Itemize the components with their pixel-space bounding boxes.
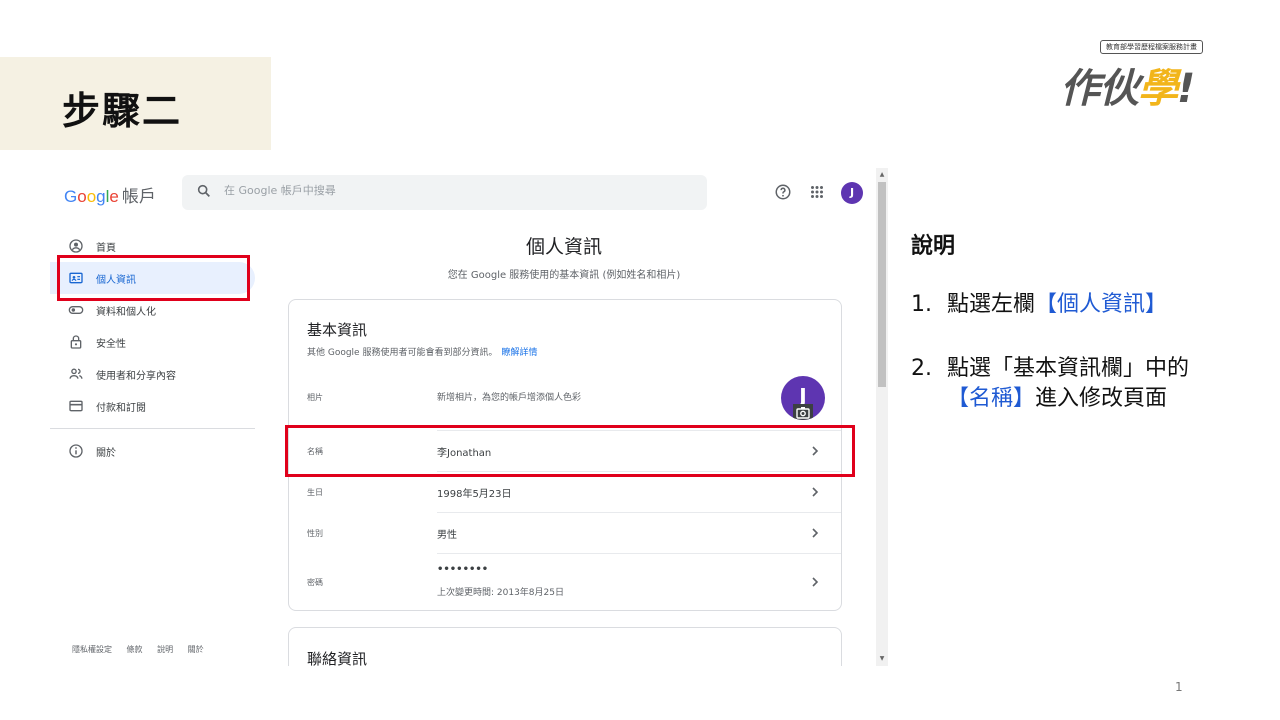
program-logo: 教育部學習歷程檔案服務計畫 作伙學!: [1058, 40, 1218, 120]
footer-link-help[interactable]: 說明: [157, 645, 173, 654]
google-account-logo[interactable]: Google 帳戶: [64, 182, 156, 207]
basic-info-subtitle: 其他 Google 服務使用者可能會看到部分資訊。 瞭解詳情: [307, 345, 537, 358]
sidebar-item-people-sharing[interactable]: 使用者和分享內容: [50, 358, 255, 390]
highlight-box-personal-info: [57, 255, 250, 301]
gender-value: 男性: [437, 530, 457, 541]
logo-tagline: 教育部學習歷程檔案服務計畫: [1100, 40, 1203, 54]
step-text: 點選「基本資訊欄」中的: [947, 356, 1190, 381]
logo-letter: G: [64, 187, 78, 206]
explanation-step-1: 1. 點選左欄【個人資訊】: [911, 290, 1167, 320]
logo-letter: g: [96, 187, 106, 206]
sidebar-item-payments[interactable]: 付款和訂閱: [50, 390, 255, 422]
birthday-row[interactable]: 生日 1998年5月23日: [289, 472, 841, 512]
contact-info-title: 聯絡資訊: [307, 650, 368, 666]
password-label: 密碼: [307, 578, 323, 587]
photo-label: 相片: [307, 393, 323, 402]
password-note: 上次變更時間: 2013年8月25日: [437, 588, 564, 598]
logo-letter: o: [86, 187, 97, 206]
page-subtitle: 您在 Google 服務使用的基本資訊 (例如姓名和相片): [447, 270, 681, 281]
info-icon: [69, 444, 83, 458]
chevron-right-icon: [812, 577, 819, 587]
step-number: 2.: [911, 356, 932, 381]
home-icon: [69, 239, 83, 253]
people-icon: [69, 368, 83, 379]
lock-icon: [70, 335, 82, 349]
logo-letter: e: [109, 187, 119, 206]
contact-info-card: 聯絡資訊: [288, 627, 842, 666]
step-text-end: 進入修改頁面: [1035, 386, 1168, 411]
logo-text-accent: 學: [1138, 66, 1178, 112]
birthday-label: 生日: [307, 488, 323, 497]
help-icon[interactable]: [774, 183, 792, 201]
logo-text-end: !: [1177, 66, 1195, 112]
explanation-title: 說明: [911, 234, 956, 259]
product-name: 帳戶: [121, 187, 156, 206]
scroll-down-arrow-icon[interactable]: ▼: [878, 655, 886, 663]
chevron-right-icon: [812, 487, 819, 497]
account-avatar[interactable]: J: [841, 182, 863, 204]
sidebar-item-security[interactable]: 安全性: [50, 326, 255, 358]
password-value: ••••••••: [437, 564, 489, 575]
sidebar-item-label: 使用者和分享內容: [96, 370, 176, 382]
chevron-right-icon: [812, 528, 819, 538]
credit-card-icon: [69, 400, 83, 412]
footer-link-about[interactable]: 關於: [188, 645, 204, 654]
apps-grid-icon[interactable]: [808, 183, 826, 201]
photo-row[interactable]: 相片 新增相片，為您的帳戶增添個人色彩: [289, 376, 841, 422]
search-input[interactable]: [224, 184, 684, 197]
page-title: 個人資訊: [525, 236, 602, 258]
step-number: 1.: [911, 292, 932, 317]
sidebar-item-label: 安全性: [96, 338, 126, 350]
page-number: 1: [1175, 680, 1183, 694]
logo-letter: o: [77, 187, 87, 206]
scrollbar[interactable]: ▲ ▼: [876, 168, 888, 666]
scrollbar-thumb[interactable]: [878, 182, 886, 387]
search-icon[interactable]: [196, 183, 212, 199]
birthday-value: 1998年5月23日: [437, 489, 512, 500]
step-highlight: 【名稱】: [947, 386, 1036, 411]
password-row[interactable]: 密碼 •••••••• 上次變更時間: 2013年8月25日: [289, 554, 841, 610]
gender-label: 性別: [307, 529, 323, 538]
logo-text: 作伙學!: [1060, 56, 1195, 114]
step-title: 步驟二: [62, 89, 183, 133]
basic-info-note: 其他 Google 服務使用者可能會看到部分資訊。: [307, 348, 498, 358]
toggle-icon: [68, 306, 84, 314]
logo-text-main: 作伙: [1060, 66, 1139, 112]
camera-icon: [793, 404, 813, 420]
sidebar-footer: 隱私權設定 條款 說明 關於: [72, 644, 216, 655]
sidebar-item-label: 首頁: [96, 242, 116, 254]
footer-link-terms[interactable]: 條款: [127, 645, 143, 654]
sidebar-item-label: 付款和訂閱: [96, 402, 146, 414]
explanation-step-2: 2. 點選「基本資訊欄」中的 【名稱】進入修改頁面: [911, 354, 1189, 414]
search-bar[interactable]: [182, 175, 707, 210]
sidebar-item-label: 資料和個人化: [96, 306, 156, 318]
sidebar-item-label: 關於: [96, 447, 116, 459]
step-text: 點選左欄: [947, 292, 1036, 317]
google-account-screenshot: Google帳戶 J 首頁 個人資訊 資料和個人化 安全性 使用者和分享內容: [50, 168, 888, 666]
step-highlight: 【個人資訊】: [1035, 292, 1168, 317]
sidebar-divider: [50, 428, 255, 429]
gender-row[interactable]: 性別 男性: [289, 513, 841, 553]
photo-hint: 新增相片，為您的帳戶增添個人色彩: [437, 393, 582, 403]
profile-photo-avatar[interactable]: J: [781, 376, 825, 420]
highlight-box-name-row: [285, 425, 855, 477]
learn-more-link[interactable]: 瞭解詳情: [501, 348, 537, 358]
sidebar-item-about[interactable]: 關於: [50, 435, 255, 467]
basic-info-title: 基本資訊: [307, 321, 368, 339]
scroll-up-arrow-icon[interactable]: ▲: [878, 171, 886, 179]
footer-link-privacy[interactable]: 隱私權設定: [72, 645, 112, 654]
